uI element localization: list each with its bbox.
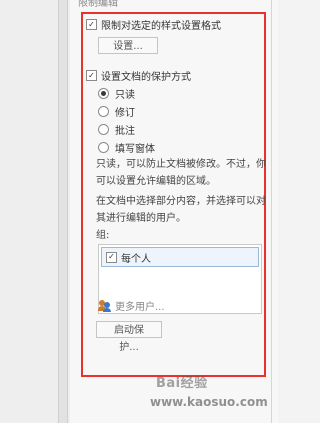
everyone-label: 每个人	[121, 253, 151, 265]
radio-fill-forms[interactable]: 填写窗体	[98, 140, 155, 155]
start-protection-button[interactable]: 启动保护...	[96, 321, 162, 353]
radio-readonly-label: 只读	[115, 90, 135, 101]
radio-comments[interactable]: 批注	[98, 122, 135, 137]
radio-track-changes-button[interactable]	[98, 106, 109, 117]
vertical-scrollbar[interactable]	[58, 0, 68, 423]
radio-readonly[interactable]: 只读	[98, 86, 135, 101]
more-users-link[interactable]: 更多用户...	[98, 298, 165, 313]
format-restriction-row[interactable]: ✓ 限制对选定的样式设置格式	[86, 17, 221, 32]
radio-fill-forms-label: 填写窗体	[115, 144, 155, 155]
format-restriction-checkbox[interactable]: ✓	[86, 19, 97, 30]
group-item-everyone[interactable]: ✓ 每个人	[101, 247, 259, 267]
protection-mode-checkbox[interactable]: ✓	[86, 70, 97, 81]
readonly-description: 只读，可以防止文档被修改。不过，你可以设置允许编辑的区域。	[96, 159, 266, 187]
panel-title: 限制编辑	[78, 0, 118, 9]
watermark-logo: Bai经验	[156, 376, 208, 391]
watermark-url: www.kaosuo.com	[150, 395, 268, 409]
radio-fill-forms-button[interactable]	[98, 142, 109, 153]
panel-edge	[271, 0, 272, 423]
protection-mode-row[interactable]: ✓ 设置文档的保护方式	[86, 68, 191, 83]
group-label: 组:	[96, 230, 110, 241]
users-icon	[98, 299, 112, 312]
radio-comments-button[interactable]	[98, 124, 109, 135]
protection-mode-label: 设置文档的保护方式	[101, 72, 191, 83]
radio-comments-label: 批注	[115, 126, 135, 137]
radio-track-changes-label: 修订	[115, 108, 135, 119]
exceptions-description: 在文档中选择部分内容，并选择可以对其进行编辑的用户。	[96, 196, 266, 224]
settings-button[interactable]: 设置...	[98, 37, 158, 54]
format-restriction-label: 限制对选定的样式设置格式	[101, 21, 221, 32]
radio-track-changes[interactable]: 修订	[98, 104, 135, 119]
more-users-label: 更多用户...	[115, 302, 165, 313]
everyone-checkbox[interactable]: ✓	[106, 251, 117, 263]
radio-readonly-button[interactable]	[98, 88, 109, 99]
